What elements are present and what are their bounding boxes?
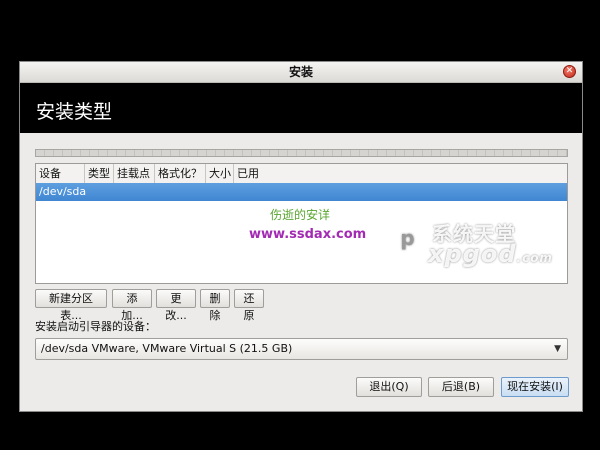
- header-band: 安装类型: [20, 83, 582, 133]
- chevron-down-icon: ▼: [554, 344, 561, 354]
- table-row[interactable]: /dev/sda: [36, 183, 567, 201]
- bootloader-device-value: /dev/sda VMware, VMware Virtual S (21.5 …: [41, 342, 293, 355]
- col-header-type[interactable]: 类型: [85, 164, 114, 183]
- change-partition-button[interactable]: 更改...: [156, 289, 196, 322]
- watermark-cn-text: 伤逝的安详: [270, 208, 331, 222]
- bootloader-device-select[interactable]: /dev/sda VMware, VMware Virtual S (21.5 …: [35, 338, 568, 360]
- window-title: 安装: [288, 65, 313, 79]
- col-header-used[interactable]: 已用: [234, 164, 569, 183]
- logo-icon: p: [392, 222, 424, 254]
- install-now-button[interactable]: 现在安装(I): [501, 377, 569, 397]
- delete-partition-button[interactable]: 删除: [200, 289, 230, 322]
- col-header-size[interactable]: 大小: [206, 164, 234, 183]
- partition-bar: [35, 149, 568, 157]
- page-title: 安装类型: [36, 101, 113, 123]
- new-partition-table-button[interactable]: 新建分区表...: [35, 289, 107, 322]
- revert-button[interactable]: 还原: [234, 289, 264, 322]
- watermark-url: www.ssdax.com: [249, 227, 367, 242]
- close-icon[interactable]: ✕: [563, 65, 576, 78]
- titlebar: 安装 ✕: [20, 62, 582, 83]
- col-header-format[interactable]: 格式化？: [155, 164, 206, 183]
- quit-button[interactable]: 退出(Q): [356, 377, 422, 397]
- add-partition-button[interactable]: 添加...: [112, 289, 152, 322]
- col-header-mount[interactable]: 挂载点: [114, 164, 155, 183]
- table-header: 设备 类型 挂载点 格式化？ 大小 已用: [36, 164, 567, 184]
- bootloader-label: 安装启动引导器的设备：: [35, 320, 156, 333]
- row-device: /dev/sda: [39, 185, 87, 198]
- watermark-brand-name: xpgod: [428, 240, 517, 268]
- watermark-brand-line2: xpgod.com: [428, 240, 553, 268]
- watermark-logo: p 系统天堂 xpgod.com: [392, 222, 552, 272]
- watermark-brand-suffix: .com: [516, 251, 553, 265]
- back-button[interactable]: 后退(B): [428, 377, 494, 397]
- col-header-device[interactable]: 设备: [36, 164, 85, 183]
